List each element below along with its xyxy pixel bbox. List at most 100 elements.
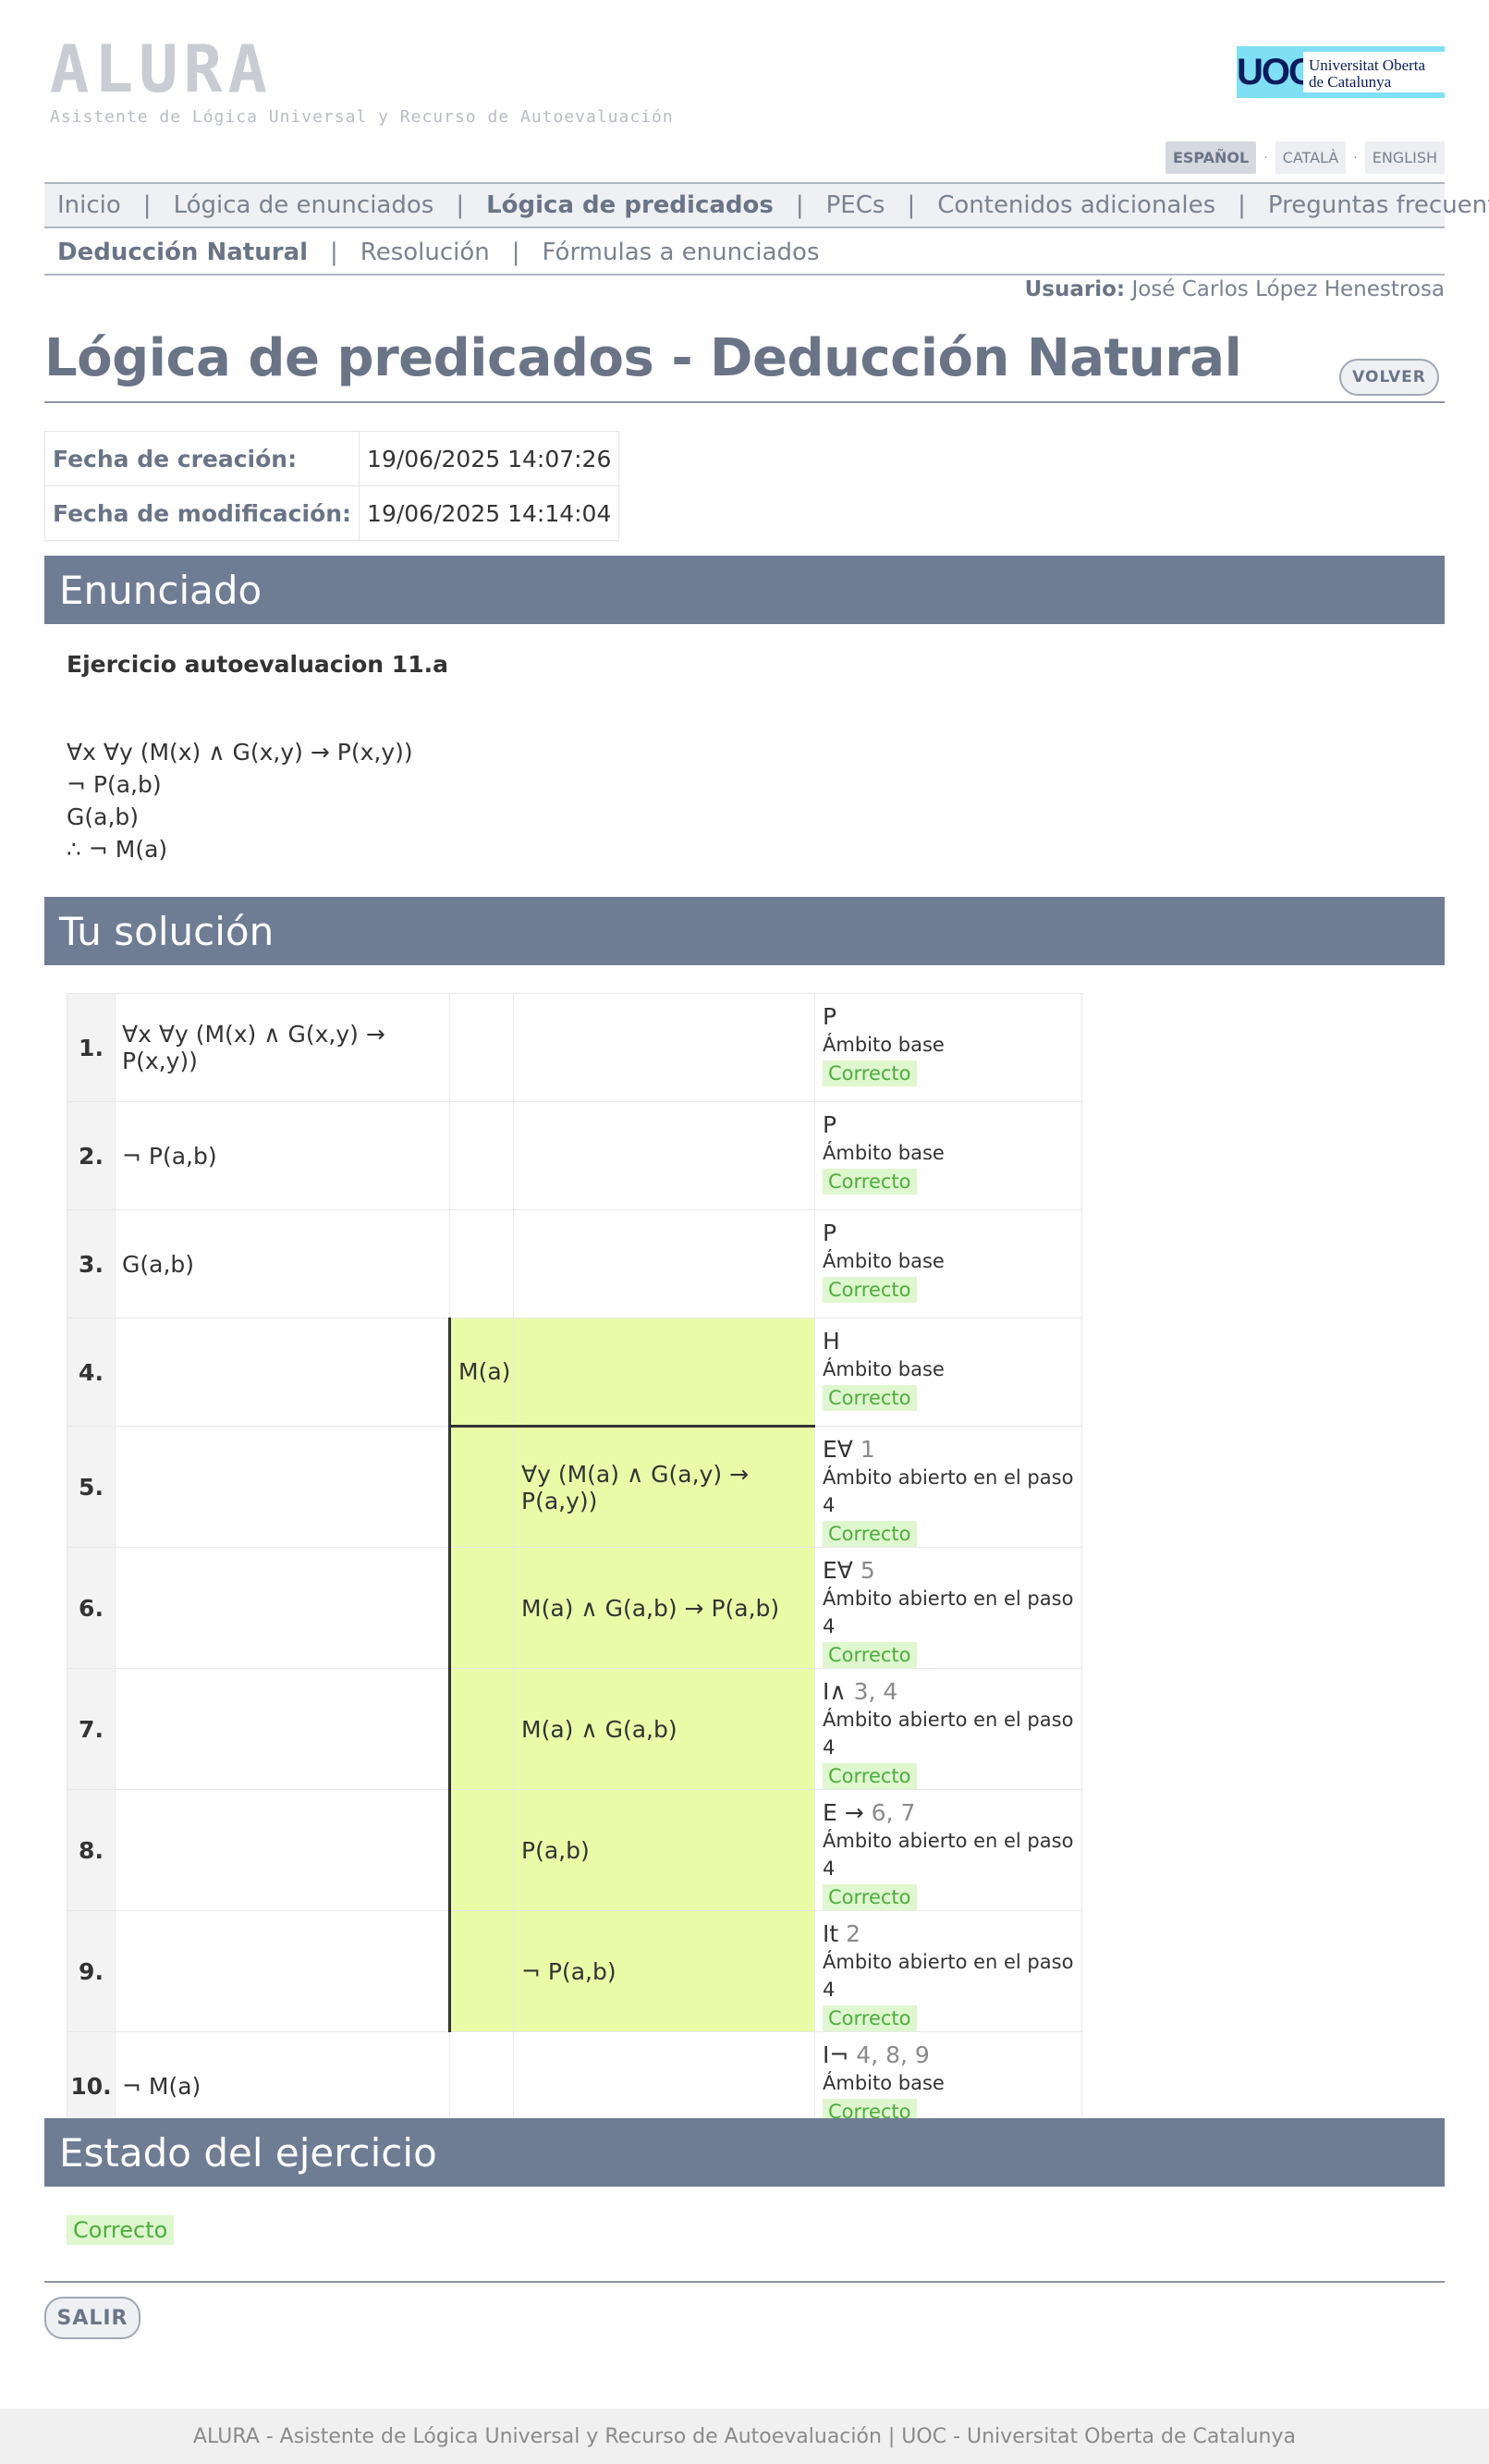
- subproof-formula-cell: M(a) ∧ G(a,b) → P(a,b): [513, 1547, 815, 1669]
- separator-dot: ·: [1353, 150, 1358, 165]
- correct-badge: Correcto: [823, 1521, 917, 1547]
- nav-contenidos-adicionales[interactable]: Contenidos adicionales: [937, 191, 1215, 219]
- subproof-formula-cell: M(a) ∧ G(a,b): [513, 1668, 815, 1790]
- scope-label: Ámbito base: [823, 1358, 945, 1380]
- nav-separator: |: [142, 191, 152, 219]
- proof-row: 9. ¬ P(a,b) It 2 Ámbito abierto en el paso …: [67, 1910, 1082, 2032]
- volver-button[interactable]: VOLVER: [1339, 359, 1439, 396]
- rule-name: P: [823, 1003, 837, 1030]
- correct-badge: Correcto: [823, 1385, 917, 1411]
- nav-separator: |: [511, 239, 520, 266]
- rule-label: P: [823, 1003, 1081, 1031]
- correct-badge: Correcto: [823, 1642, 917, 1668]
- scope-label: Ámbito base: [823, 2072, 945, 2094]
- created-label: Fecha de creación:: [43, 431, 360, 486]
- user-label: Usuario:: [1024, 277, 1126, 301]
- proof-row: 4. M(a) H Ámbito base Correcto: [67, 1318, 1082, 1428]
- justification-cell: H Ámbito base Correcto: [814, 1318, 1082, 1427]
- scope-label: Ámbito abierto en el paso 4: [823, 1830, 1074, 1880]
- created-value: 19/06/2025 14:07:26: [359, 431, 620, 486]
- section-header-estado: Estado del ejercicio: [44, 2118, 1445, 2187]
- step-number: 3.: [67, 1209, 116, 1318]
- scope-label: Ámbito abierto en el paso 4: [823, 1466, 1074, 1516]
- formula-cell: [115, 1668, 450, 1790]
- rule-label: H: [823, 1328, 1081, 1355]
- exercise-meta-table: Fecha de creación: 19/06/2025 14:07:26 F…: [43, 431, 620, 541]
- lang-espanol[interactable]: ESPAÑOL: [1165, 141, 1257, 174]
- proof-row: 6. M(a) ∧ G(a,b) → P(a,b) E∀ 5 Ámbito abier…: [67, 1547, 1082, 1669]
- lang-english[interactable]: ENGLISH: [1364, 141, 1445, 174]
- nav-logica-enunciados[interactable]: Lógica de enunciados: [174, 191, 434, 219]
- step-number: 2.: [67, 1101, 116, 1210]
- nav-logica-predicados[interactable]: Lógica de predicados: [486, 191, 774, 219]
- justification-cell: P Ámbito base Correcto: [814, 1209, 1082, 1318]
- hypothesis-cell: [448, 1668, 514, 1790]
- hypothesis-cell: [448, 1789, 514, 1911]
- nav-pecs[interactable]: PECs: [826, 191, 885, 219]
- step-number: 5.: [67, 1426, 116, 1548]
- step-number: 9.: [67, 1910, 116, 2032]
- rule-label: E∀ 5: [823, 1557, 1081, 1585]
- premises-list: ∀x ∀y (M(x) ∧ G(x,y) → P(x,y)) ¬ P(a,b) …: [67, 736, 413, 865]
- rule-name: E∀: [823, 1436, 853, 1463]
- logo-subtitle: Asistente de Lógica Universal y Recurso …: [50, 107, 674, 127]
- bottom-divider: [44, 2281, 1445, 2283]
- uoc-mark: UOC: [1237, 51, 1315, 92]
- subproof-formula-cell: [513, 1101, 815, 1210]
- nav-separator: |: [795, 191, 804, 219]
- nav-separator: |: [1238, 191, 1246, 219]
- main-nav: Inicio | Lógica de enunciados | Lógica d…: [44, 182, 1489, 228]
- correct-badge: Correcto: [823, 1884, 917, 1910]
- modified-label: Fecha de modificación:: [43, 485, 360, 541]
- rule-label: P: [823, 1111, 1081, 1139]
- lang-catala[interactable]: CATALÀ: [1275, 141, 1347, 174]
- rule-name: P: [823, 1111, 837, 1138]
- user-info: Usuario: José Carlos López Henestrosa: [1025, 277, 1445, 301]
- logo-text: ALURA: [50, 31, 273, 107]
- rule-name: H: [823, 1328, 840, 1355]
- subnav-resolucion[interactable]: Resolución: [360, 239, 490, 266]
- hypothesis-cell: [448, 1547, 514, 1669]
- subproof-formula-cell: ∀y (M(a) ∧ G(a,y) → P(a,y)): [513, 1426, 815, 1548]
- subproof-formula-cell: [513, 993, 815, 1102]
- proof-table: 1. ∀x ∀y (M(x) ∧ G(x,y) → P(x,y)) P Ámbito…: [67, 993, 1082, 2140]
- justification-cell: E∀ 1 Ámbito abierto en el paso 4 Correcto: [814, 1426, 1082, 1548]
- rule-references: 6, 7: [871, 1799, 916, 1826]
- scope-label: Ámbito abierto en el paso 4: [823, 1588, 1074, 1637]
- rule-references: 3, 4: [853, 1678, 898, 1705]
- premise: ∀x ∀y (M(x) ∧ G(x,y) → P(x,y)): [67, 739, 413, 766]
- formula-cell: [115, 1789, 450, 1911]
- nav-separator: |: [330, 239, 338, 266]
- section-header-solucion: Tu solución: [44, 897, 1445, 965]
- rule-references: 1: [860, 1436, 875, 1463]
- rule-label: P: [823, 1220, 1081, 1247]
- uoc-name-line2: de Catalunya: [1309, 73, 1392, 91]
- step-number: 8.: [67, 1789, 116, 1911]
- subnav-formulas-enunciados[interactable]: Fórmulas a enunciados: [543, 239, 820, 266]
- rule-references: 5: [860, 1557, 875, 1584]
- justification-cell: It 2 Ámbito abierto en el paso 4 Correcto: [814, 1910, 1082, 2032]
- scope-label: Ámbito abierto en el paso 4: [823, 1709, 1074, 1759]
- premise: ¬ P(a,b): [67, 771, 162, 798]
- nav-preguntas-frecuentes[interactable]: Preguntas frecuentes: [1268, 191, 1489, 219]
- rule-name: It: [823, 1920, 839, 1947]
- nav-inicio[interactable]: Inicio: [57, 191, 121, 219]
- salir-button[interactable]: SALIR: [44, 2297, 140, 2339]
- hypothesis-cell: [449, 993, 514, 1102]
- rule-name: I∧: [823, 1678, 847, 1705]
- formula-cell: G(a,b): [115, 1209, 450, 1318]
- rule-label: E∀ 1: [823, 1436, 1081, 1464]
- step-number: 1.: [67, 993, 116, 1102]
- justification-cell: E → 6, 7 Ámbito abierto en el paso 4 Corre…: [814, 1789, 1082, 1911]
- separator-dot: ·: [1263, 150, 1268, 165]
- footer: ALURA - Asistente de Lógica Universal y …: [0, 2409, 1489, 2464]
- proof-row: 3. G(a,b) P Ámbito base Correcto: [67, 1209, 1082, 1318]
- subnav-deduccion-natural[interactable]: Deducción Natural: [57, 239, 308, 266]
- justification-cell: I∧ 3, 4 Ámbito abierto en el paso 4 Correc…: [814, 1668, 1082, 1790]
- modified-value: 19/06/2025 14:14:04: [359, 485, 620, 541]
- scope-label: Ámbito base: [823, 1250, 945, 1272]
- language-switcher: ESPAÑOL · CATALÀ · ENGLISH: [1165, 141, 1445, 174]
- uoc-logo[interactable]: UOC Universitat Oberta de Catalunya: [1237, 46, 1445, 98]
- proof-row: 5. ∀y (M(a) ∧ G(a,y) → P(a,y)) E∀ 1 Ámbito …: [67, 1426, 1082, 1548]
- proof-row: 1. ∀x ∀y (M(x) ∧ G(x,y) → P(x,y)) P Ámbito…: [67, 993, 1082, 1102]
